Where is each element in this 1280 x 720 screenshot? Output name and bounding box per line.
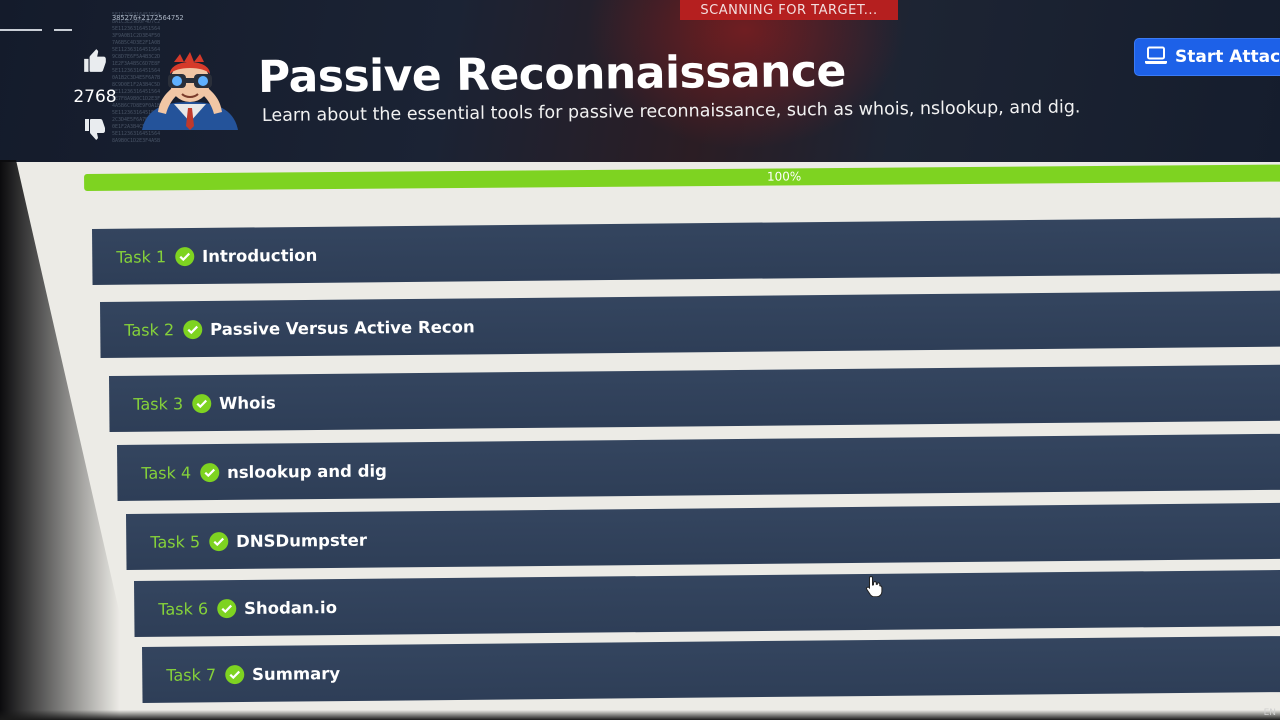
keyboard-layout-indicator: EN (1263, 708, 1276, 718)
check-circle-icon (191, 393, 212, 413)
check-circle-icon (216, 598, 237, 618)
room-logo (134, 52, 246, 130)
task-number: Task 4 (141, 462, 192, 483)
thumbs-down-icon[interactable] (70, 117, 120, 145)
room-page: 385276+2172564752 5E11236316451564 8A1C3… (0, 0, 1280, 720)
task-title: DNSDumpster (235, 530, 368, 551)
room-header: 385276+2172564752 5E11236316451564 8A1C3… (0, 0, 1280, 162)
task-number: Task 7 (166, 664, 217, 685)
scanning-text: SCANNING FOR TARGET... (700, 3, 878, 18)
task-number: Task 3 (133, 393, 184, 414)
task-title: Introduction (201, 245, 318, 266)
thumbs-up-icon[interactable] (70, 48, 120, 79)
hand-pointer-icon (865, 575, 883, 598)
task-3[interactable]: Task 3 Whois (109, 363, 1280, 432)
task-number: Task 5 (150, 531, 201, 552)
room-title: Passive Reconnaissance (257, 45, 847, 103)
start-attackbox-label: Start AttackBox (1175, 47, 1280, 67)
check-circle-icon (224, 664, 245, 684)
room-progress-bar: 100% (84, 160, 1280, 206)
task-title: Shodan.io (243, 597, 338, 618)
check-circle-icon (208, 531, 229, 551)
task-7[interactable]: Task 7 Summary (142, 634, 1280, 703)
check-circle-icon (199, 462, 220, 482)
task-4[interactable]: Task 4 nslookup and dig (117, 432, 1280, 501)
task-1[interactable]: Task 1 Introduction (92, 216, 1280, 285)
task-number: Task 2 (124, 319, 175, 340)
room-subtitle: Learn about the essential tools for pass… (261, 97, 1081, 126)
screen-bottom-edge (0, 710, 1280, 720)
check-circle-icon (182, 319, 203, 339)
task-title: Summary (251, 663, 341, 684)
task-number: Task 1 (116, 246, 167, 267)
task-title: Whois (218, 392, 276, 413)
check-circle-icon (174, 246, 195, 266)
task-6[interactable]: Task 6 Shodan.io (134, 568, 1280, 637)
progress-label: 100% (766, 169, 802, 184)
task-title: nslookup and dig (226, 460, 388, 482)
scanning-banner: SCANNING FOR TARGET... (680, 0, 898, 20)
start-attackbox-button[interactable]: Start AttackBox (1134, 38, 1280, 76)
top-left-decoration (0, 16, 84, 35)
task-5[interactable]: Task 5 DNSDumpster (126, 501, 1280, 570)
vote-widget: 2768 (70, 48, 120, 145)
laptop-icon (1145, 46, 1167, 69)
vote-count: 2768 (73, 87, 117, 107)
task-2[interactable]: Task 2 Passive Versus Active Recon (100, 289, 1280, 358)
task-title: Passive Versus Active Recon (209, 316, 475, 339)
task-number: Task 6 (158, 598, 209, 619)
